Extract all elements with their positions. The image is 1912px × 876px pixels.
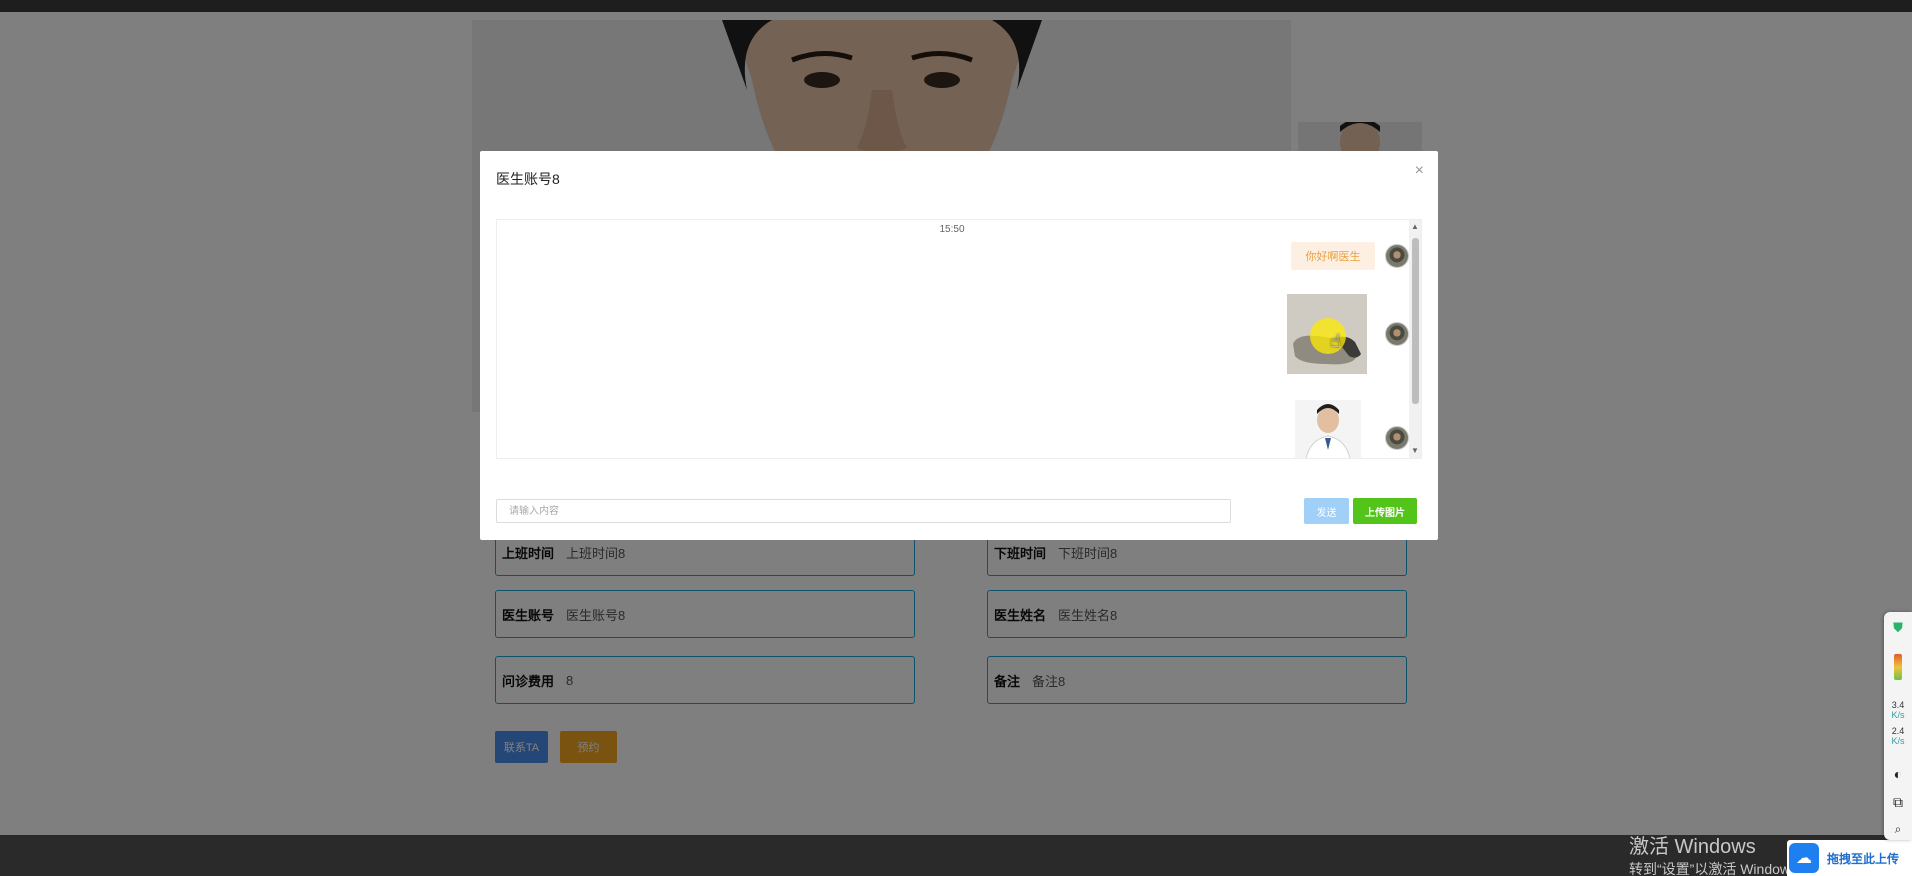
download-speed-unit: K/s [1891, 736, 1905, 746]
scrollbar-thumb[interactable] [1412, 238, 1419, 404]
user-avatar [1385, 244, 1409, 268]
hand-cursor-icon: ☝ [1330, 331, 1341, 351]
taskbar [0, 835, 1912, 876]
upload-speed-unit: K/s [1891, 710, 1905, 720]
watermark-title: 激活 Windows [1629, 836, 1756, 858]
user-avatar [1385, 426, 1409, 450]
user-avatar [1385, 322, 1409, 346]
chat-dialog: 医生账号8 × 15:50 你好啊医生 ▲ ▼ 请输入内容 发送 上传图片 [480, 151, 1438, 540]
chat-message-image[interactable] [1295, 400, 1361, 458]
download-speed-value: 2.4 [1891, 726, 1905, 736]
search-icon[interactable]: ⌕ [1884, 822, 1912, 837]
memory-meter-icon [1894, 654, 1902, 680]
chat-scrollbar[interactable]: ▲ ▼ [1409, 220, 1421, 458]
windows-activation-watermark: 激活 Windows 转到“设置”以激活 Windows。 [1629, 834, 1811, 876]
scroll-down-icon[interactable]: ▼ [1411, 446, 1419, 455]
chat-message-list[interactable]: 15:50 你好啊医生 ▲ ▼ [496, 219, 1422, 459]
upload-speed: 3.4 K/s [1884, 700, 1912, 720]
system-monitor-widget[interactable]: ⛊ 3.4 K/s 2.4 K/s ◐ ⧉ ⌕ [1884, 612, 1912, 840]
chat-timestamp: 15:50 [939, 224, 965, 235]
close-icon[interactable]: × [1415, 163, 1424, 179]
watermark-subtitle: 转到“设置”以激活 Windows。 [1629, 861, 1812, 876]
chat-message-input[interactable] [496, 499, 1231, 523]
upload-image-button[interactable]: 上传图片 [1353, 498, 1417, 524]
dialog-title: 医生账号8 [496, 171, 560, 187]
chat-message-text: 你好啊医生 [1291, 242, 1375, 270]
upload-speed-value: 3.4 [1891, 700, 1905, 710]
shield-icon[interactable]: ⛊ [1884, 620, 1912, 636]
crop-icon[interactable]: ⧉ [1884, 794, 1912, 811]
scroll-up-icon[interactable]: ▲ [1411, 222, 1419, 231]
send-button[interactable]: 发送 [1304, 498, 1349, 524]
theme-toggle-icon[interactable]: ◐ [1884, 766, 1912, 782]
doctor-photo-illustration [1295, 400, 1361, 458]
cloud-upload-icon: ☁ [1789, 843, 1819, 873]
drag-upload-widget[interactable]: ☁ 拖拽至此上传 [1787, 840, 1912, 876]
download-speed: 2.4 K/s [1884, 726, 1912, 746]
drag-upload-label: 拖拽至此上传 [1827, 851, 1900, 866]
